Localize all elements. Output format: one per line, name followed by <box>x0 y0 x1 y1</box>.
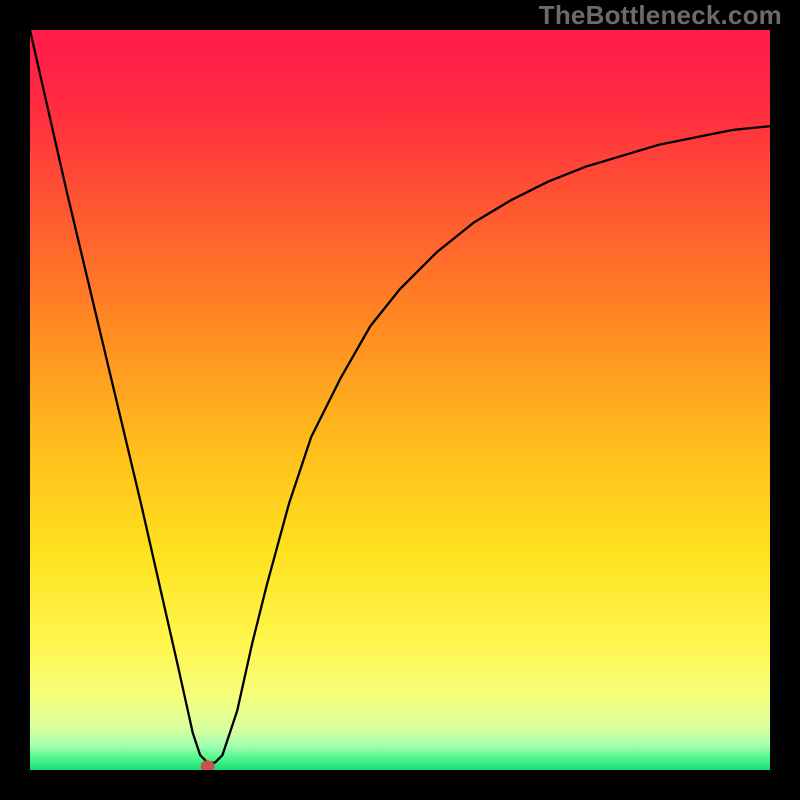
plot-background <box>30 30 770 770</box>
watermark-text: TheBottleneck.com <box>539 0 782 31</box>
bottleneck-chart <box>0 0 800 800</box>
